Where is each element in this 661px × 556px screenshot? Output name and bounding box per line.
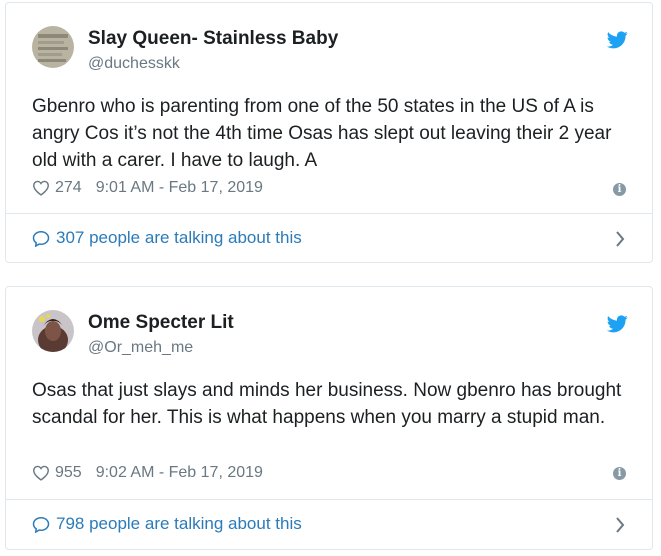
- tweet-footer[interactable]: 307 people are talking about this: [6, 214, 652, 264]
- like-count[interactable]: 955: [55, 464, 82, 482]
- tweet-body: Slay Queen- Stainless Baby @duchesskk Gb…: [6, 3, 652, 214]
- author-handle[interactable]: @duchesskk: [88, 55, 180, 73]
- tweet-body: Ome Specter Lit @Or_meh_me Osas that jus…: [6, 287, 652, 500]
- timestamp[interactable]: 9:02 AM - Feb 17, 2019: [96, 464, 263, 482]
- talking-link[interactable]: 798 people are talking about this: [32, 514, 302, 534]
- twitter-bird-icon[interactable]: [607, 31, 628, 49]
- tweet-card[interactable]: Ome Specter Lit @Or_meh_me Osas that jus…: [5, 286, 653, 550]
- author-name[interactable]: Slay Queen- Stainless Baby: [88, 28, 338, 50]
- chevron-right-icon[interactable]: [615, 231, 625, 247]
- tweet-footer[interactable]: 798 people are talking about this: [6, 500, 652, 550]
- speech-bubble-icon: [32, 516, 50, 533]
- timestamp[interactable]: 9:01 AM - Feb 17, 2019: [96, 179, 263, 197]
- talking-link[interactable]: 307 people are talking about this: [32, 228, 302, 248]
- speech-bubble-icon: [32, 230, 50, 247]
- chevron-right-icon[interactable]: [615, 517, 625, 533]
- talking-label: 798 people are talking about this: [56, 514, 302, 533]
- heart-icon[interactable]: [32, 465, 50, 481]
- info-icon[interactable]: i: [613, 183, 626, 196]
- info-icon[interactable]: i: [613, 467, 626, 480]
- tweet-card[interactable]: Slay Queen- Stainless Baby @duchesskk Gb…: [5, 2, 653, 263]
- tweet-meta: 955 9:02 AM - Feb 17, 2019: [32, 464, 263, 482]
- tweet-meta: 274 9:01 AM - Feb 17, 2019: [32, 179, 263, 197]
- avatar[interactable]: [32, 26, 74, 68]
- heart-icon[interactable]: [32, 180, 50, 196]
- avatar[interactable]: [32, 310, 74, 352]
- author-name[interactable]: Ome Specter Lit: [88, 312, 234, 334]
- author-handle[interactable]: @Or_meh_me: [88, 339, 193, 357]
- like-count[interactable]: 274: [55, 179, 82, 197]
- tweet-text: Osas that just slays and minds her busin…: [32, 380, 622, 428]
- talking-label: 307 people are talking about this: [56, 228, 302, 247]
- tweet-text: Gbenro who is parenting from one of the …: [32, 96, 612, 171]
- twitter-bird-icon[interactable]: [607, 315, 628, 333]
